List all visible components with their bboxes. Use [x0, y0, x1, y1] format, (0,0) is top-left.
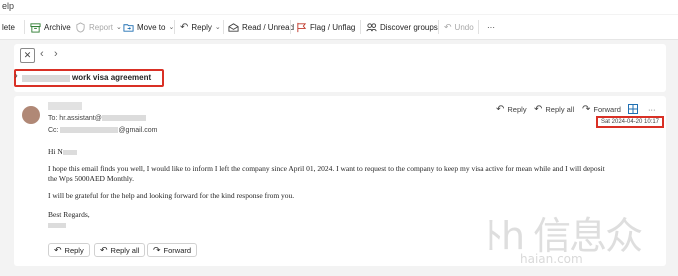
divider [290, 20, 291, 34]
delete-button[interactable]: lete [2, 20, 15, 34]
cc-row: Cc: @gmail.com [48, 127, 157, 134]
to-redaction [101, 115, 146, 122]
report-button[interactable]: Report ⌄ [75, 20, 122, 34]
archive-button[interactable]: Archive [30, 20, 71, 34]
subject-redaction [22, 75, 70, 82]
subject-title: work visa agreement [72, 73, 152, 82]
reply-button-label: Reply [64, 245, 84, 255]
chevron-right-icon: › [15, 71, 18, 80]
reply-toolbar-button[interactable]: ↶ Reply ⌄ [180, 20, 221, 34]
reply-all-button[interactable]: ↶ Reply all [94, 243, 146, 257]
signature-redaction [48, 223, 66, 228]
close-icon[interactable]: ✕ [20, 48, 35, 63]
divider [478, 20, 479, 34]
avatar [22, 106, 40, 124]
flag-button[interactable]: Flag / Unflag [296, 20, 355, 34]
read-unread-label: Read / Unread [242, 22, 295, 32]
more-icon: ··· [487, 22, 495, 32]
next-arrow-icon[interactable]: › [54, 48, 58, 60]
forward-icon: ↷ [153, 244, 161, 255]
window-titlebar: elp [0, 0, 678, 14]
chevron-down-icon: ⌄ [116, 24, 122, 31]
forward-button-label: Forward [163, 245, 192, 255]
divider [24, 20, 25, 34]
closing: Best Regards, [48, 210, 90, 219]
forward-action-label: Forward [593, 104, 621, 114]
reply-action[interactable]: ↶ Reply [496, 103, 527, 115]
mail-toolbar: lete Archive Report ⌄ Move to ⌄ ↶ Reply … [0, 15, 678, 40]
greeting: Hi N [48, 147, 63, 156]
reply-icon: ↶ [180, 21, 189, 33]
to-label: To: [48, 115, 58, 122]
reply-icon: ↶ [54, 244, 62, 255]
reply-button[interactable]: ↶ Reply [48, 243, 90, 257]
paragraph-2: I will be grateful for the help and look… [48, 191, 295, 200]
archive-label: Archive [44, 22, 71, 32]
divider [360, 20, 361, 34]
more-icon: ··· [648, 104, 656, 114]
reply-all-button-label: Reply all [110, 245, 140, 255]
forward-icon: ↷ [582, 103, 591, 115]
chevron-down-icon: ⌄ [214, 24, 221, 31]
message-more-button[interactable]: ··· [648, 103, 656, 115]
sender-redaction [48, 102, 82, 110]
folder-move-icon [123, 23, 134, 32]
divider [223, 20, 224, 34]
groups-icon [366, 22, 377, 31]
cc-redaction [60, 127, 119, 134]
more-options-button[interactable]: ··· [487, 20, 495, 34]
delete-label: lete [2, 22, 15, 32]
discover-groups-label: Discover groups [380, 22, 438, 32]
forward-button[interactable]: ↷ Forward [147, 243, 198, 257]
divider [438, 20, 439, 34]
shield-icon [76, 21, 85, 33]
move-to-button[interactable]: Move to ⌄ [123, 20, 174, 34]
flag-label: Flag / Unflag [310, 22, 356, 32]
subject-card: ✕ ‹ › › work visa agreement [14, 44, 666, 92]
paragraph-1: I hope this email finds you well, I woul… [48, 164, 605, 183]
previous-arrow-icon[interactable]: ‹ [40, 48, 44, 60]
greeting-line: Hi N [48, 147, 77, 157]
view-icon[interactable] [628, 103, 638, 115]
flag-icon [297, 22, 307, 32]
divider [174, 20, 175, 34]
title-fragment: elp [2, 1, 15, 11]
read-unread-button[interactable]: Read / Unread [228, 20, 294, 34]
reply-all-icon: ↶ [534, 103, 543, 115]
forward-action[interactable]: ↷ Forward [582, 103, 621, 115]
reply-label: Reply [191, 22, 212, 32]
name-redaction [62, 149, 77, 155]
grid-icon [628, 104, 638, 114]
envelope-icon [228, 22, 239, 32]
archive-icon [30, 22, 41, 33]
reply-action-label: Reply [507, 104, 527, 114]
undo-icon: ↶ [444, 21, 452, 32]
to-row: To: hr.assistant@ [48, 115, 146, 122]
date-text: Sat 2024-04-20 10:17 [600, 119, 660, 125]
reply-all-icon: ↶ [100, 244, 108, 255]
watermark-url: haian.com [520, 252, 583, 266]
reply-all-action-label: Reply all [545, 104, 575, 114]
reply-all-action[interactable]: ↶ Reply all [534, 103, 574, 115]
subject-highlight: › work visa agreement [14, 69, 164, 87]
message-date: Sat 2024-04-20 10:17 [596, 116, 664, 128]
move-to-label: Move to [137, 22, 166, 32]
report-label: Report [89, 22, 114, 32]
discover-groups-button[interactable]: Discover groups [366, 20, 438, 34]
undo-label: Undo [454, 22, 474, 32]
to-address[interactable]: hr.assistant@ [59, 115, 102, 122]
cc-label: Cc: [48, 127, 59, 134]
reply-icon: ↶ [496, 103, 505, 115]
undo-button[interactable]: ↶ Undo [444, 20, 474, 34]
cc-address[interactable]: @gmail.com [118, 127, 157, 134]
